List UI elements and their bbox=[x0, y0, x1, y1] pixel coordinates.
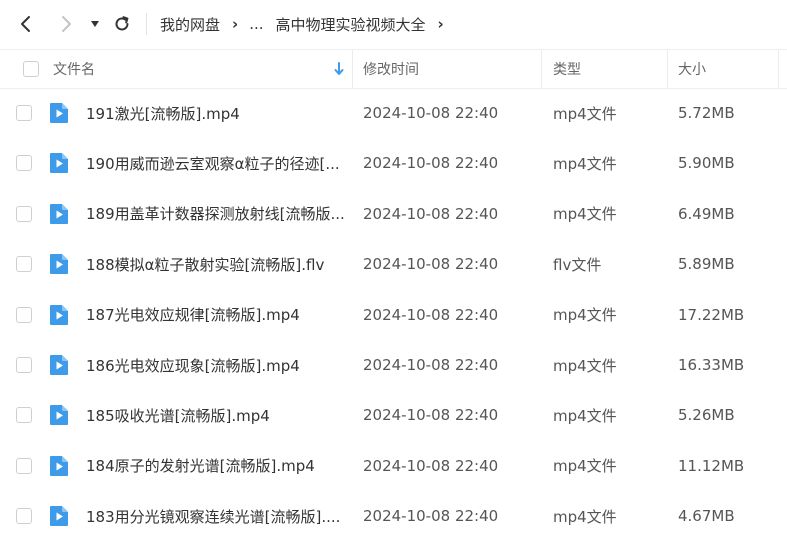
file-modified: 2024-10-08 22:40 bbox=[363, 456, 499, 475]
chevron-right-icon[interactable]: › bbox=[438, 15, 444, 33]
breadcrumb-ellipsis[interactable]: ... bbox=[249, 15, 263, 33]
file-row[interactable]: 187光电效应规律[流畅版].mp4 2024-10-08 22:40 mp4文… bbox=[0, 290, 787, 340]
video-file-icon bbox=[50, 153, 68, 174]
file-type: mp4文件 bbox=[553, 154, 617, 173]
file-modified: 2024-10-08 22:40 bbox=[363, 356, 499, 374]
refresh-icon bbox=[115, 16, 129, 31]
chevron-right-icon: › bbox=[232, 15, 239, 33]
file-row[interactable]: 190用威而逊云室观察α粒子的径迹[... 2024-10-08 22:40 m… bbox=[0, 138, 787, 188]
video-file-icon bbox=[50, 506, 68, 527]
video-file-icon bbox=[50, 355, 68, 375]
breadcrumb: 我的网盘 › ... 高中物理实验视频大全 › bbox=[160, 0, 455, 48]
file-modified: 2024-10-08 22:40 bbox=[363, 507, 499, 526]
file-type: mp4文件 bbox=[553, 507, 617, 526]
column-divider[interactable] bbox=[667, 50, 668, 88]
column-size-header[interactable]: 大小 bbox=[678, 50, 706, 88]
file-name[interactable]: 188模拟α粒子散射实验[流畅版].flv bbox=[86, 239, 348, 289]
file-name[interactable]: 190用威而逊云室观察α粒子的径迹[... bbox=[86, 138, 348, 188]
file-modified: 2024-10-08 22:40 bbox=[363, 104, 499, 122]
file-name[interactable]: 187光电效应规律[流畅版].mp4 bbox=[86, 290, 348, 340]
file-type: mp4文件 bbox=[553, 104, 617, 123]
row-checkbox[interactable] bbox=[16, 306, 32, 323]
file-name[interactable]: 185吸收光谱[流畅版].mp4 bbox=[86, 390, 348, 440]
toolbar-divider bbox=[146, 13, 147, 35]
column-name-header[interactable]: 文件名 bbox=[53, 50, 95, 88]
file-size: 6.49MB bbox=[678, 204, 735, 223]
file-modified: 2024-10-08 22:40 bbox=[363, 204, 499, 223]
chevron-left-icon bbox=[21, 16, 30, 32]
history-dropdown-button[interactable] bbox=[84, 8, 106, 40]
file-modified: 2024-10-08 22:40 bbox=[363, 255, 499, 274]
file-size: 5.89MB bbox=[678, 255, 735, 274]
video-file-icon bbox=[50, 304, 68, 325]
file-row[interactable]: 189用盖革计数器探测放射线[流畅版... 2024-10-08 22:40 m… bbox=[0, 189, 787, 239]
file-size: 4.67MB bbox=[678, 507, 735, 526]
file-name[interactable]: 191激光[流畅版].mp4 bbox=[86, 88, 348, 138]
file-size: 16.33MB bbox=[678, 356, 745, 374]
file-modified: 2024-10-08 22:40 bbox=[363, 305, 499, 324]
file-modified: 2024-10-08 22:40 bbox=[363, 406, 499, 425]
row-checkbox[interactable] bbox=[16, 256, 32, 273]
video-file-icon bbox=[50, 203, 68, 224]
file-type: mp4文件 bbox=[553, 356, 617, 375]
file-name[interactable]: 184原子的发射光谱[流畅版].mp4 bbox=[86, 441, 348, 491]
sort-arrow-icon[interactable] bbox=[334, 50, 344, 88]
file-row[interactable]: 183用分光镜观察连续光谱[流畅版].... 2024-10-08 22:40 … bbox=[0, 491, 787, 541]
row-checkbox[interactable] bbox=[16, 357, 32, 373]
file-row[interactable]: 188模拟α粒子散射实验[流畅版].flv 2024-10-08 22:40 f… bbox=[0, 239, 787, 289]
file-type: flv文件 bbox=[553, 255, 602, 274]
file-type: mp4文件 bbox=[553, 406, 617, 425]
toolbar: 我的网盘 › ... 高中物理实验视频大全 › bbox=[0, 0, 787, 48]
row-checkbox[interactable] bbox=[16, 155, 32, 172]
file-name[interactable]: 183用分光镜观察连续光谱[流畅版].... bbox=[86, 491, 348, 541]
breadcrumb-root[interactable]: 我的网盘 bbox=[160, 14, 220, 35]
row-checkbox[interactable] bbox=[16, 105, 32, 121]
file-type: mp4文件 bbox=[553, 457, 617, 476]
file-list-header: 文件名 修改时间 类型 大小 bbox=[0, 49, 787, 89]
file-type: mp4文件 bbox=[553, 306, 617, 325]
file-size: 11.12MB bbox=[678, 456, 745, 475]
forward-button[interactable] bbox=[50, 8, 82, 40]
file-name[interactable]: 186光电效应现象[流畅版].mp4 bbox=[86, 340, 348, 390]
file-row[interactable]: 191激光[流畅版].mp4 2024-10-08 22:40 mp4文件 5.… bbox=[0, 88, 787, 138]
column-modified-header[interactable]: 修改时间 bbox=[363, 50, 419, 88]
file-size: 5.90MB bbox=[678, 154, 735, 173]
file-size: 5.26MB bbox=[678, 406, 735, 425]
file-row[interactable]: 184原子的发射光谱[流畅版].mp4 2024-10-08 22:40 mp4… bbox=[0, 441, 787, 491]
video-file-icon bbox=[50, 103, 68, 123]
file-size: 17.22MB bbox=[678, 305, 745, 324]
row-checkbox[interactable] bbox=[16, 457, 32, 474]
video-file-icon bbox=[50, 455, 68, 476]
file-type: mp4文件 bbox=[553, 205, 617, 224]
file-row[interactable]: 186光电效应现象[流畅版].mp4 2024-10-08 22:40 mp4文… bbox=[0, 340, 787, 390]
video-file-icon bbox=[50, 254, 68, 275]
chevron-right-icon bbox=[62, 16, 71, 32]
row-checkbox[interactable] bbox=[16, 407, 32, 424]
column-type-header[interactable]: 类型 bbox=[553, 50, 581, 88]
row-checkbox[interactable] bbox=[16, 205, 32, 222]
column-divider[interactable] bbox=[541, 50, 542, 88]
refresh-button[interactable] bbox=[106, 8, 138, 40]
file-size: 5.72MB bbox=[678, 104, 735, 122]
breadcrumb-current[interactable]: 高中物理实验视频大全 bbox=[276, 14, 426, 35]
select-all-checkbox[interactable] bbox=[23, 61, 39, 77]
column-divider[interactable] bbox=[352, 50, 353, 88]
file-modified: 2024-10-08 22:40 bbox=[363, 154, 499, 173]
video-file-icon bbox=[50, 405, 68, 426]
caret-down-icon bbox=[91, 21, 99, 27]
column-divider[interactable] bbox=[778, 50, 779, 88]
file-row[interactable]: 185吸收光谱[流畅版].mp4 2024-10-08 22:40 mp4文件 … bbox=[0, 390, 787, 440]
back-button[interactable] bbox=[10, 8, 42, 40]
file-name[interactable]: 189用盖革计数器探测放射线[流畅版... bbox=[86, 189, 348, 239]
row-checkbox[interactable] bbox=[16, 508, 32, 525]
